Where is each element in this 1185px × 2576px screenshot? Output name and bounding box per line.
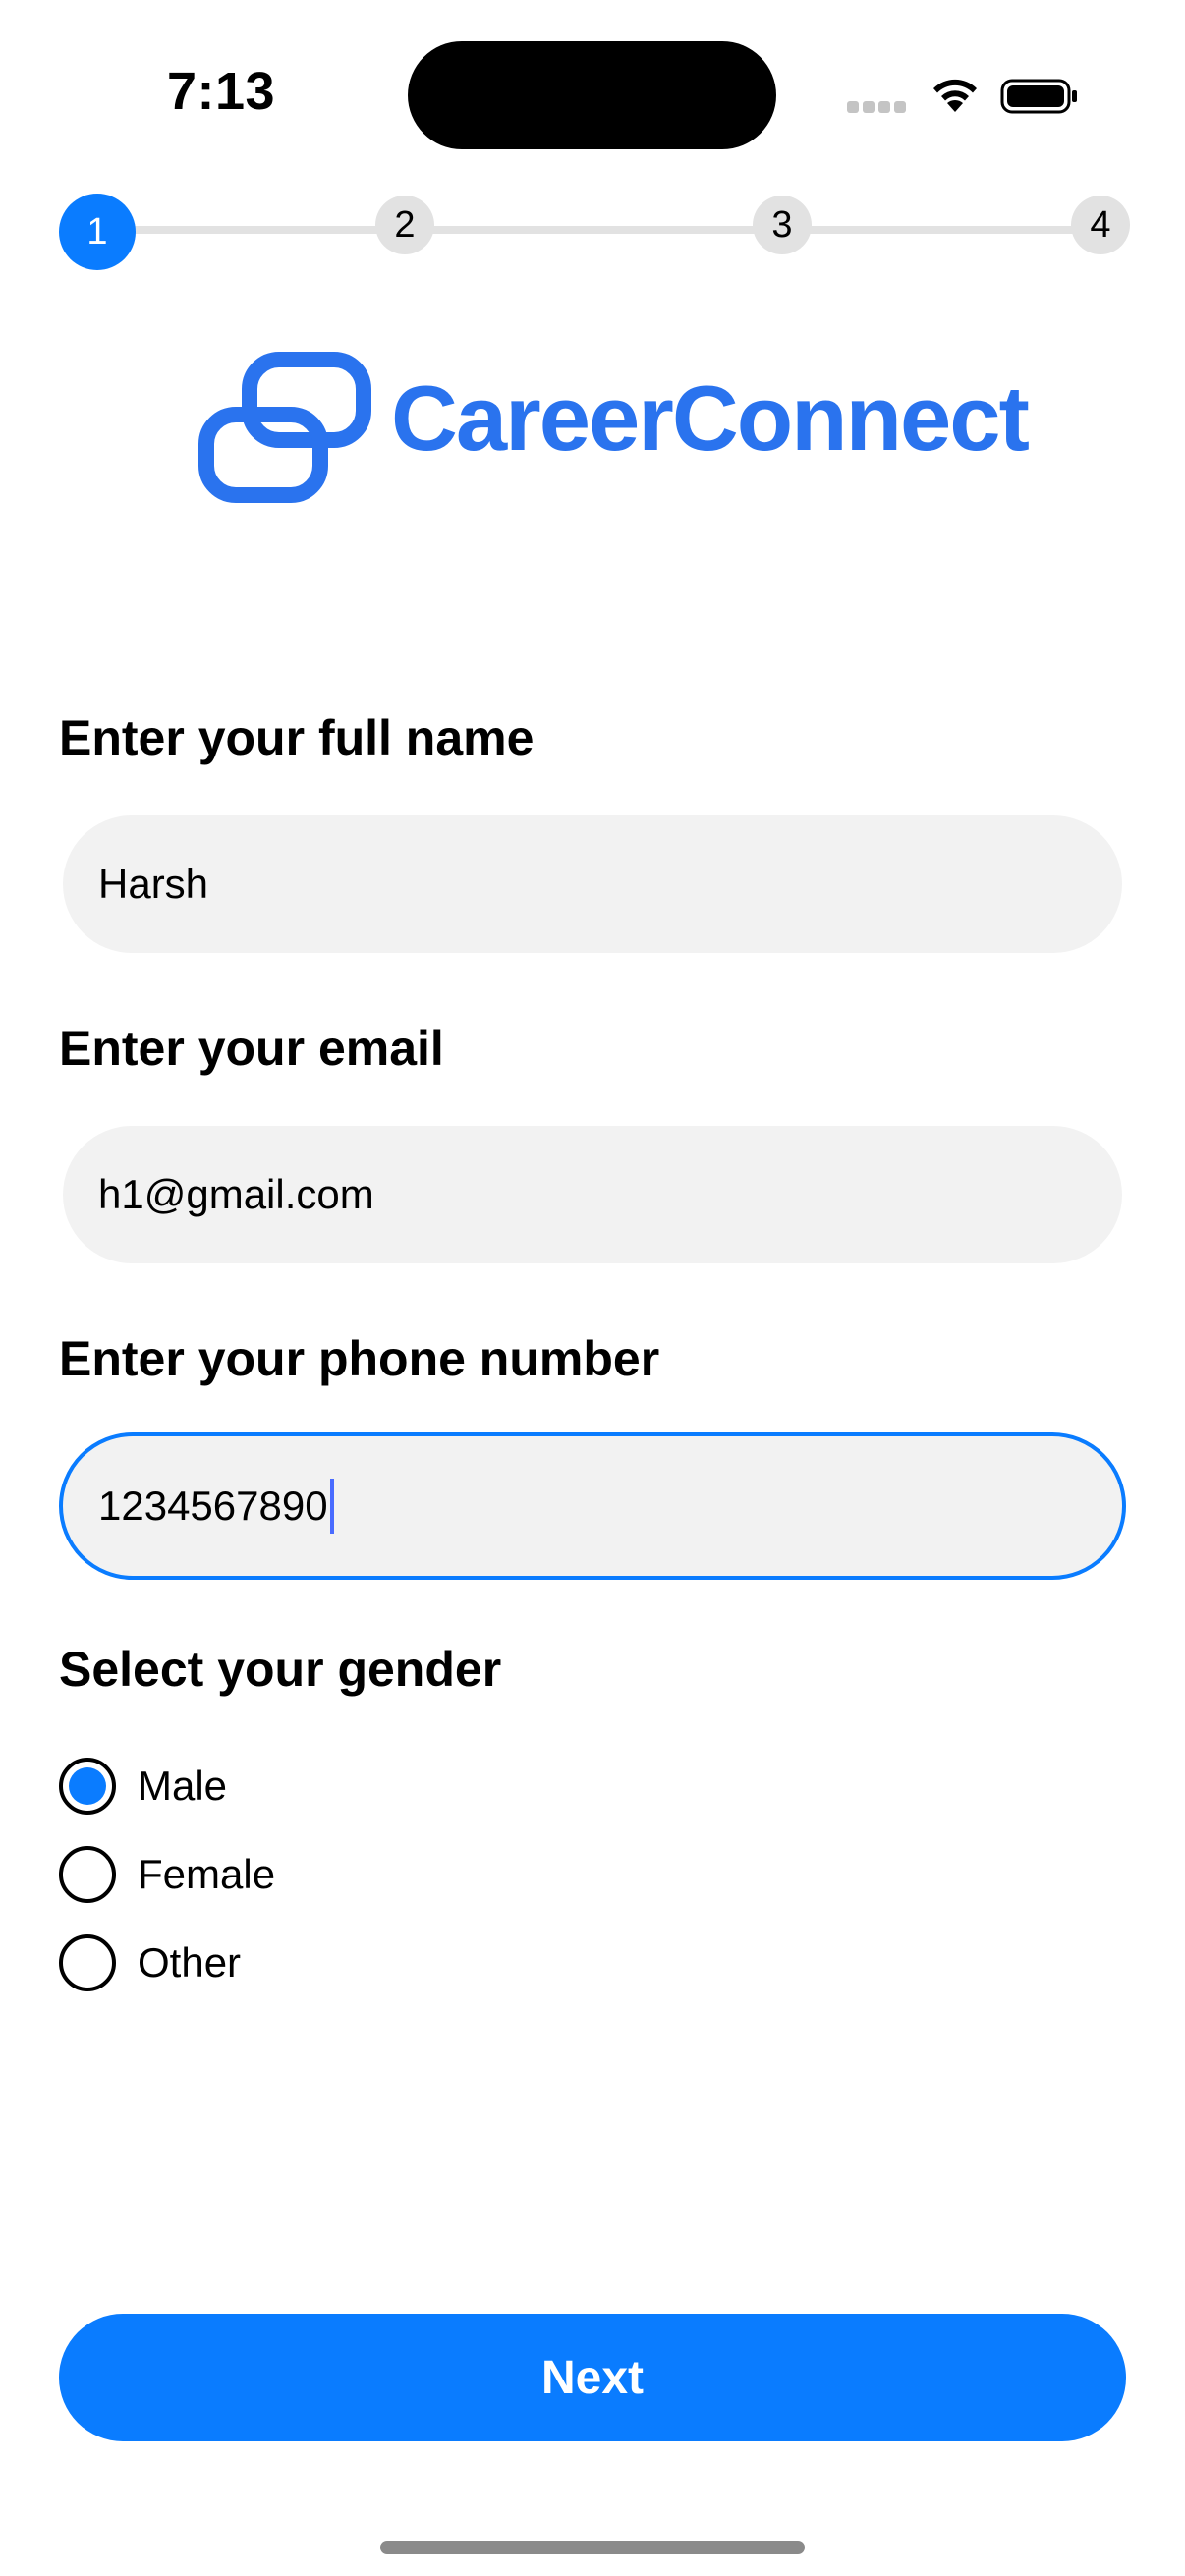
gender-option-female[interactable]: Female xyxy=(59,1844,275,1905)
gender-option-other[interactable]: Other xyxy=(59,1932,241,1993)
next-button[interactable]: Next xyxy=(59,2314,1126,2441)
radio-button[interactable] xyxy=(59,1846,116,1903)
onboarding-screen: 7:13 1 2 3 4 CareerConnect Enter your fu… xyxy=(0,0,1185,2576)
cellular-signal-icon xyxy=(847,101,908,115)
phone-input[interactable]: 1234567890 xyxy=(59,1432,1126,1580)
stepper-track xyxy=(96,226,1099,234)
step-2: 2 xyxy=(375,196,434,254)
battery-icon xyxy=(1000,79,1077,114)
full-name-value: Harsh xyxy=(98,861,209,907)
full-name-input[interactable]: Harsh xyxy=(63,815,1122,953)
wifi-icon xyxy=(933,79,977,112)
step-4: 4 xyxy=(1071,196,1130,254)
phone-label: Enter your phone number xyxy=(59,1331,660,1386)
gender-option-label: Female xyxy=(138,1851,276,1897)
brand-name: CareerConnect xyxy=(391,366,1030,470)
home-indicator[interactable] xyxy=(380,2541,805,2554)
text-caret xyxy=(329,1479,334,1534)
step-3: 3 xyxy=(753,196,812,254)
dynamic-island xyxy=(408,41,776,149)
gender-label: Select your gender xyxy=(59,1642,502,1697)
radio-button-selected[interactable] xyxy=(59,1758,116,1815)
gender-option-male[interactable]: Male xyxy=(59,1756,227,1817)
email-label: Enter your email xyxy=(59,1021,444,1076)
gender-option-label: Male xyxy=(138,1763,228,1809)
radio-button[interactable] xyxy=(59,1934,116,1991)
step-1: 1 xyxy=(59,194,136,270)
phone-value: 1234567890 xyxy=(98,1483,328,1529)
linked-rings-logo-icon xyxy=(198,352,371,503)
email-input[interactable]: h1@gmail.com xyxy=(63,1126,1122,1263)
gender-option-label: Other xyxy=(138,1939,242,1986)
full-name-label: Enter your full name xyxy=(59,710,535,765)
email-value: h1@gmail.com xyxy=(98,1171,374,1217)
status-time: 7:13 xyxy=(167,62,276,121)
